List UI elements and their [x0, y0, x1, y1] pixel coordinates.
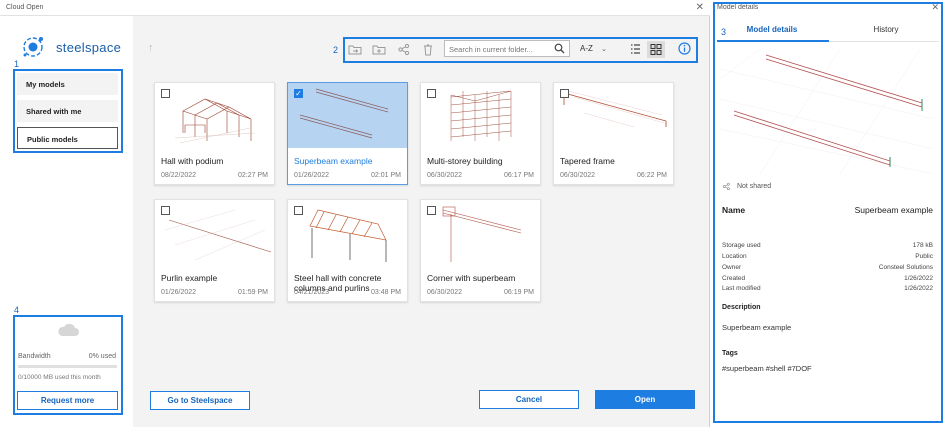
- prop-modified-label: Last modified: [722, 285, 761, 292]
- prop-created-value: 1/26/2022: [904, 275, 933, 282]
- model-thumbnail: [563, 90, 667, 128]
- sidebar-item-my-models[interactable]: My models: [17, 73, 118, 95]
- model-thumbnail: [309, 209, 387, 262]
- model-name: Multi-storey building: [427, 156, 503, 166]
- list-view-icon[interactable]: [627, 41, 644, 57]
- prop-location-value: Public: [915, 253, 933, 260]
- bandwidth-used: 0% used: [88, 353, 116, 360]
- active-tab-underline: [717, 40, 829, 42]
- request-more-button[interactable]: Request more: [17, 391, 118, 410]
- prop-storage-value: 178 kB: [912, 242, 933, 249]
- tags-label: Tags: [722, 350, 738, 357]
- tab-history[interactable]: History: [836, 25, 936, 34]
- model-date: 01/26/2022: [161, 289, 197, 296]
- model-name: Hall with podium: [161, 156, 224, 166]
- cloud-icon: [58, 323, 79, 336]
- search-box[interactable]: [444, 40, 570, 57]
- model-thumbnail: [450, 90, 512, 141]
- model-date: 08/22/2022: [161, 172, 197, 179]
- prop-storage-label: Storage used: [722, 242, 761, 249]
- model-card-purlin-example[interactable]: Purlin example 01/26/2022 01:59 PM: [154, 199, 275, 302]
- model-name: Superbeam example: [294, 156, 373, 166]
- prop-created-label: Created: [722, 275, 746, 282]
- model-time: 01:59 PM: [238, 289, 268, 296]
- grid-view-icon[interactable]: [647, 41, 665, 58]
- model-date: 06/30/2022: [427, 172, 463, 179]
- model-checkbox[interactable]: [427, 206, 436, 215]
- share-status-text: Not shared: [736, 183, 772, 190]
- go-to-steelspace-button[interactable]: Go to Steelspace: [150, 391, 250, 410]
- model-card-multi-storey-building[interactable]: Multi-storey building 06/30/2022 06:17 P…: [420, 82, 541, 185]
- bandwidth-detail: 0/10000 MB used this month: [18, 374, 101, 381]
- model-card-hall-with-podium[interactable]: Hall with podium 08/22/2022 02:27 PM: [154, 82, 275, 185]
- tags-text: #superbeam #shell #7DOF: [722, 364, 812, 373]
- cancel-button[interactable]: Cancel: [479, 390, 579, 409]
- model-thumbnail: [174, 98, 256, 144]
- prop-location-label: Location: [722, 253, 747, 260]
- description-text: Superbeam example: [722, 323, 792, 332]
- model-time: 06:17 PM: [504, 172, 534, 179]
- model-time: 02:01 PM: [371, 172, 401, 179]
- window-title: Cloud Open: [6, 4, 44, 11]
- model-name: Tapered frame: [560, 156, 615, 166]
- prop-modified-value: 1/26/2022: [904, 285, 933, 292]
- up-arrow-icon[interactable]: ↑: [148, 42, 154, 54]
- title-bar: Cloud Open ✕: [0, 0, 710, 16]
- share-icon: [722, 182, 730, 191]
- model-date: 04/21/2023: [294, 289, 330, 296]
- model-time: 02:27 PM: [238, 172, 268, 179]
- search-input[interactable]: [449, 43, 549, 55]
- model-checkbox[interactable]: [161, 89, 170, 98]
- move-folder-icon[interactable]: [348, 43, 362, 56]
- model-card-superbeam-example[interactable]: ✓ Superbeam example 01/26/2022 02:01 PM: [287, 82, 408, 185]
- model-name: Purlin example: [161, 273, 218, 283]
- share-icon[interactable]: [397, 43, 411, 56]
- model-time: 06:22 PM: [637, 172, 667, 179]
- model-card-steel-hall-with-concrete-columns[interactable]: Steel hall with concrete columns and pur…: [287, 199, 408, 302]
- delete-icon[interactable]: [421, 43, 435, 56]
- model-preview: [720, 49, 934, 174]
- share-status: Not shared: [722, 182, 771, 191]
- model-time: 06:19 PM: [504, 289, 534, 296]
- search-icon[interactable]: [554, 43, 565, 54]
- prop-owner-label: Owner: [722, 264, 742, 271]
- model-time: 03:48 PM: [371, 289, 401, 296]
- open-button[interactable]: Open: [595, 390, 695, 409]
- annotation-2: 2: [333, 45, 339, 55]
- brand-logo: steelspace: [20, 34, 130, 60]
- description-label: Description: [722, 304, 761, 311]
- name-label: Name: [722, 205, 746, 215]
- model-checkbox[interactable]: [294, 206, 303, 215]
- model-checkbox[interactable]: [161, 206, 170, 215]
- model-thumbnail: [288, 83, 407, 148]
- sort-dropdown[interactable]: A-Z ⌄: [580, 44, 607, 53]
- bandwidth-label: Bandwidth: [18, 353, 51, 360]
- brand-name: steelspace: [56, 40, 122, 55]
- bandwidth-bar: [18, 365, 117, 368]
- tab-model-details[interactable]: Model details: [722, 25, 822, 34]
- model-checkbox-checked[interactable]: ✓: [294, 89, 303, 98]
- model-date: 01/26/2022: [294, 172, 330, 179]
- annotation-4: 4: [14, 305, 20, 315]
- model-name: Corner with superbeam: [427, 273, 516, 283]
- model-thumbnail: [164, 209, 272, 261]
- sidebar-item-shared-with-me[interactable]: Shared with me: [17, 100, 118, 122]
- model-checkbox[interactable]: [427, 89, 436, 98]
- model-card-corner-with-superbeam[interactable]: Corner with superbeam 06/30/2022 06:19 P…: [420, 199, 541, 302]
- name-value: Superbeam example: [854, 205, 933, 215]
- model-thumbnail: [442, 206, 522, 262]
- model-card-tapered-frame[interactable]: Tapered frame 06/30/2022 06:22 PM: [553, 82, 674, 185]
- new-folder-icon[interactable]: [372, 43, 386, 56]
- info-icon[interactable]: [678, 42, 691, 55]
- steelspace-logo-icon: [23, 37, 43, 57]
- close-icon[interactable]: ✕: [696, 2, 704, 13]
- model-date: 06/30/2022: [427, 289, 463, 296]
- chevron-down-icon: ⌄: [601, 46, 607, 53]
- prop-owner-value: Consteel Solutions: [878, 264, 933, 271]
- annotation-1: 1: [14, 59, 20, 69]
- sidebar-item-public-models[interactable]: Public models: [17, 127, 118, 149]
- model-date: 06/30/2022: [560, 172, 596, 179]
- model-checkbox[interactable]: [560, 89, 569, 98]
- sort-label: A-Z: [580, 44, 593, 53]
